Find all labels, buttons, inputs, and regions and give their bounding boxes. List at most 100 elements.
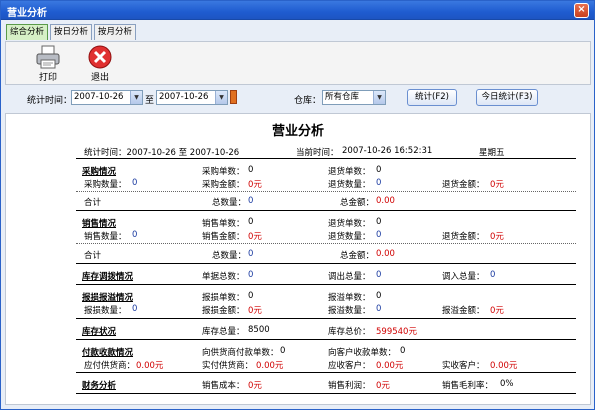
stock-value: 599540元	[376, 327, 417, 337]
sales-profit-label: 销售利润：	[328, 381, 371, 391]
chevron-down-icon: ▼	[130, 91, 142, 104]
report-panel: 营业分析 统计时间：2007-10-26 至 2007-10-26 当前时间： …	[5, 113, 591, 405]
sales-amount: 0元	[248, 232, 262, 242]
window-title: 营业分析	[7, 8, 47, 19]
sales-qty: 0	[132, 230, 138, 240]
purchase-amount-label: 采购金额：	[202, 180, 245, 190]
to-date-value: 2007-10-26	[159, 92, 209, 102]
loss-qty-label: 报损数量：	[84, 306, 127, 316]
supplier-pay-count: 0	[280, 346, 286, 356]
sales-return-qty-label: 退货数量：	[328, 232, 371, 242]
over-amount: 0元	[490, 306, 504, 316]
sales-return-amount-label: 退货金额：	[442, 232, 485, 242]
stock-qty-label: 库存总量：	[202, 327, 245, 337]
main-window: 营业分析 × 综合分析 按日分析 按月分析 打印 退出 统计时间： 2007-1…	[0, 0, 595, 410]
sales-profit: 0元	[376, 381, 390, 391]
chevron-down-icon: ▼	[215, 91, 227, 104]
purchase-total-qty-label: 总数量：	[212, 198, 247, 208]
receivable-label: 应收客户：	[328, 361, 371, 371]
received-label: 实收客户：	[442, 361, 485, 371]
period-text: 统计时间：2007-10-26 至 2007-10-26	[84, 148, 240, 158]
payment-title: 付款收款情况	[82, 348, 134, 358]
customer-recv-count-label: 向客户收款单数：	[328, 348, 397, 358]
customer-recv-count: 0	[400, 346, 406, 356]
print-label: 打印	[38, 73, 57, 83]
loss-qty: 0	[132, 304, 138, 314]
purchase-title: 采购情况	[82, 167, 117, 177]
to-label: 至	[145, 96, 155, 106]
transfer-count: 0	[248, 270, 254, 280]
printer-icon	[36, 45, 60, 69]
close-button[interactable]: ×	[574, 3, 589, 18]
transfer-title: 库存调拨情况	[82, 272, 134, 282]
over-count-label: 报溢单数：	[328, 293, 371, 303]
purchase-return-qty-label: 退货数量：	[328, 180, 371, 190]
over-amount-label: 报溢金额：	[442, 306, 485, 316]
now-value: 2007-10-26 16:52:31	[342, 146, 433, 156]
sales-order-count-label: 销售单数：	[202, 219, 245, 229]
purchase-order-count: 0	[248, 165, 254, 175]
print-button[interactable]: 打印	[28, 44, 68, 84]
tab-overall[interactable]: 综合分析	[6, 24, 49, 40]
warehouse-value: 所有仓库	[325, 92, 360, 102]
transfer-out: 0	[376, 270, 382, 280]
divider	[76, 210, 576, 211]
purchase-total-amount-label: 总金额：	[340, 198, 375, 208]
purchase-qty-label: 采购数量：	[84, 180, 127, 190]
sales-cost: 0元	[248, 381, 262, 391]
purchase-return-amount: 0元	[490, 180, 504, 190]
sales-total-amount-label: 总金额：	[340, 251, 375, 261]
sales-cost-label: 销售成本：	[202, 381, 245, 391]
warehouse-label: 仓库：	[294, 96, 322, 106]
warehouse-select[interactable]: 所有仓库 ▼	[322, 90, 386, 105]
from-date-value: 2007-10-26	[74, 92, 124, 102]
payable-label: 应付供货商：	[84, 361, 136, 371]
divider	[76, 243, 576, 244]
tab-daily[interactable]: 按日分析	[50, 24, 93, 40]
sales-amount-label: 销售金额：	[202, 232, 245, 242]
sales-total-qty: 0	[248, 249, 254, 259]
to-date-picker[interactable]: 2007-10-26 ▼	[156, 90, 228, 105]
tab-strip: 综合分析 按日分析 按月分析	[6, 24, 138, 40]
toolbar: 打印 退出	[5, 41, 591, 85]
exit-icon	[88, 45, 112, 69]
sales-qty-label: 销售数量：	[84, 232, 127, 242]
purchase-return-amount-label: 退货金额：	[442, 180, 485, 190]
stock-value-label: 库存总价：	[328, 327, 371, 337]
sales-return-amount: 0元	[490, 232, 504, 242]
finance-title: 财务分析	[82, 381, 117, 391]
purchase-order-count-label: 采购单数：	[202, 167, 245, 177]
purchase-total-amount: 0.00	[376, 196, 395, 206]
loss-amount-label: 报损金额：	[202, 306, 245, 316]
sales-return-count-label: 退货单数：	[328, 219, 371, 229]
transfer-count-label: 单据总数：	[202, 272, 245, 282]
tab-monthly[interactable]: 按月分析	[94, 24, 137, 40]
now-label: 当前时间：	[296, 148, 339, 158]
loss-count-label: 报损单数：	[202, 293, 245, 303]
paid: 0.00元	[256, 361, 284, 371]
stock-qty: 8500	[248, 325, 270, 335]
today-stat-button[interactable]: 今日统计(F3)	[476, 89, 538, 106]
transfer-in-label: 调入总量：	[442, 272, 485, 282]
divider	[76, 191, 576, 192]
gross-margin: 0%	[500, 379, 514, 389]
supplier-pay-count-label: 向供货商付款单数：	[202, 348, 279, 358]
receivable: 0.00元	[376, 361, 404, 371]
divider	[76, 393, 576, 394]
calendar-icon[interactable]	[230, 90, 237, 104]
payable: 0.00元	[136, 361, 164, 371]
gross-margin-label: 销售毛利率：	[442, 381, 494, 391]
sales-total-amount: 0.00	[376, 249, 395, 259]
title-bar: 营业分析 ×	[1, 1, 594, 20]
sales-total-label: 合计	[84, 251, 102, 261]
loss-title: 报损报溢情况	[82, 293, 134, 303]
transfer-out-label: 调出总量：	[328, 272, 371, 282]
weekday: 星期五	[479, 148, 505, 158]
transfer-in: 0	[490, 270, 496, 280]
from-date-picker[interactable]: 2007-10-26 ▼	[71, 90, 143, 105]
sales-title: 销售情况	[82, 219, 117, 229]
divider	[76, 318, 576, 319]
exit-button[interactable]: 退出	[80, 44, 120, 84]
time-label: 统计时间：	[27, 96, 73, 106]
stat-button[interactable]: 统计(F2)	[407, 89, 457, 106]
